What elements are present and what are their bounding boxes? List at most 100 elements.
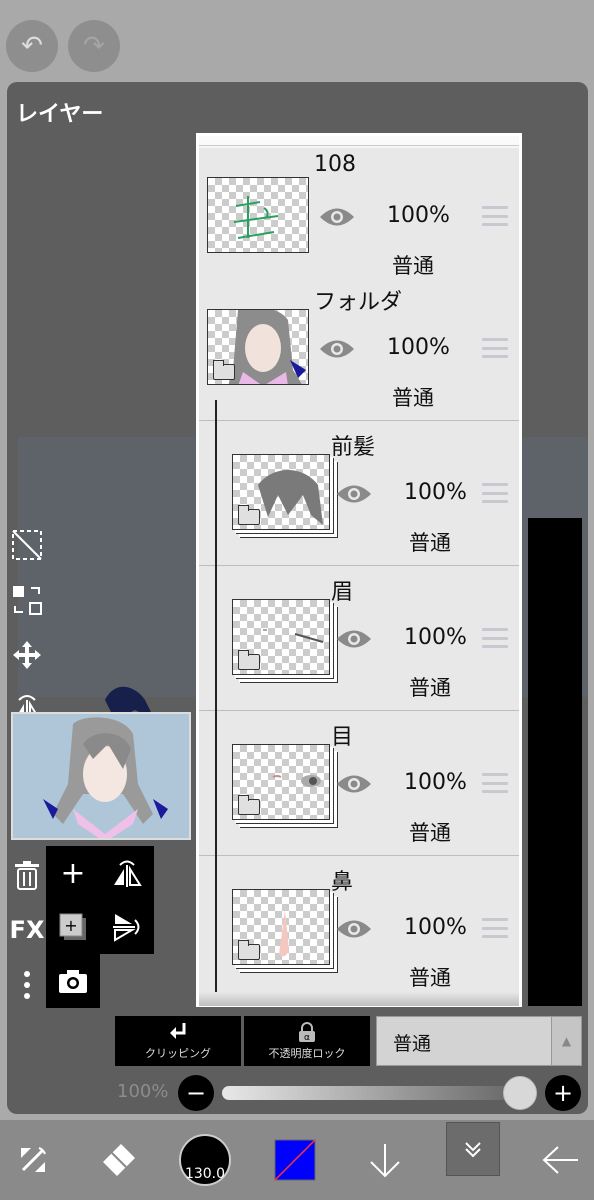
arrow-down-icon bbox=[370, 1144, 400, 1178]
add-layer-button[interactable]: + bbox=[46, 846, 100, 900]
duplicate-icon: + bbox=[59, 913, 86, 940]
swap-layer-button[interactable] bbox=[0, 573, 54, 627]
drag-handle-icon[interactable] bbox=[482, 773, 508, 793]
layer-thumbnail[interactable] bbox=[207, 309, 309, 385]
plus-icon: + bbox=[552, 1079, 574, 1107]
minus-icon: − bbox=[185, 1079, 207, 1107]
opacity-minus-button[interactable]: − bbox=[178, 1075, 214, 1111]
drag-handle-icon[interactable] bbox=[482, 628, 508, 648]
flip-horizontal-icon bbox=[114, 860, 142, 887]
duplicate-layer-button[interactable]: + bbox=[46, 900, 100, 954]
select-icon bbox=[12, 530, 42, 560]
arrow-left-icon bbox=[542, 1146, 578, 1174]
move-button[interactable] bbox=[0, 628, 54, 682]
opacity-plus-button[interactable]: + bbox=[545, 1075, 581, 1111]
side-toolbar bbox=[528, 518, 582, 1006]
folder-icon bbox=[213, 360, 235, 380]
lock-icon: α bbox=[299, 1022, 315, 1043]
layer-thumbnail[interactable] bbox=[232, 744, 330, 820]
layer-name: 目 bbox=[331, 725, 354, 750]
undo-icon: ↶ bbox=[21, 31, 43, 61]
color-swatch bbox=[274, 1139, 316, 1181]
layer-blend-mode: 普通 bbox=[409, 821, 451, 845]
flip-canvas-horizontal-button[interactable] bbox=[100, 846, 154, 900]
camera-icon bbox=[59, 970, 87, 993]
redo-icon: ↷ bbox=[83, 31, 105, 61]
brush-size-button[interactable]: 130.0 bbox=[172, 1120, 238, 1200]
drag-handle-icon[interactable] bbox=[482, 918, 508, 938]
camera-button[interactable] bbox=[46, 954, 100, 1008]
blend-mode-select[interactable]: 普通 ▲ bbox=[376, 1016, 582, 1066]
opacity-label: 100% bbox=[117, 1081, 169, 1102]
layer-blend-mode: 普通 bbox=[392, 386, 434, 410]
folder-icon bbox=[238, 650, 260, 670]
opacity-slider[interactable] bbox=[222, 1086, 520, 1100]
layer-opacity: 100% bbox=[387, 335, 450, 360]
clipping-button[interactable]: クリッピング bbox=[115, 1016, 241, 1066]
blend-mode-value: 普通 bbox=[393, 1033, 432, 1055]
eraser-icon bbox=[103, 1144, 135, 1176]
back-button[interactable] bbox=[526, 1120, 594, 1200]
drag-handle-icon[interactable] bbox=[482, 206, 508, 226]
svg-text:α: α bbox=[304, 1033, 310, 1043]
color-picker-button[interactable] bbox=[262, 1120, 328, 1200]
visibility-eye-icon[interactable] bbox=[319, 338, 355, 360]
trash-icon bbox=[15, 861, 39, 890]
layer-row[interactable]: 前髪 100% 普通 bbox=[199, 421, 519, 566]
transform-tool-button[interactable] bbox=[0, 1120, 66, 1200]
layer-opacity: 100% bbox=[404, 480, 467, 505]
drag-handle-icon[interactable] bbox=[482, 483, 508, 503]
layer-thumbnail[interactable] bbox=[207, 177, 309, 253]
visibility-eye-icon[interactable] bbox=[336, 483, 372, 505]
list-bottom-edge bbox=[199, 992, 519, 1006]
canvas-preview[interactable] bbox=[11, 712, 191, 840]
redo-button[interactable]: ↷ bbox=[68, 20, 120, 72]
layer-row[interactable]: 鼻 100% 普通 bbox=[199, 856, 519, 1001]
folder-icon bbox=[238, 505, 260, 525]
layer-name: 前髪 bbox=[331, 435, 376, 460]
layer-panel-toggle-button[interactable] bbox=[446, 1122, 500, 1176]
layer-opacity: 100% bbox=[404, 915, 467, 940]
flip-vertical-icon bbox=[113, 914, 140, 942]
brush-size-value: 130.0 bbox=[184, 1166, 226, 1182]
plus-icon: + bbox=[60, 855, 86, 891]
folder-tree-line bbox=[215, 400, 217, 1006]
layer-blend-mode: 普通 bbox=[409, 966, 451, 990]
drag-handle-icon[interactable] bbox=[482, 338, 508, 358]
swap-icon bbox=[13, 586, 42, 615]
layer-name: 眉 bbox=[331, 580, 354, 605]
alpha-lock-button[interactable]: α 不透明度ロック bbox=[244, 1016, 370, 1066]
undo-button[interactable]: ↶ bbox=[6, 20, 58, 72]
transform-icon bbox=[21, 1147, 46, 1172]
layer-blend-mode: 普通 bbox=[409, 531, 451, 555]
layer-name: 鼻 bbox=[331, 870, 354, 895]
layer-row[interactable]: フォルダ 100% 普通 bbox=[199, 276, 519, 421]
folder-icon bbox=[238, 940, 260, 960]
visibility-eye-icon[interactable] bbox=[336, 918, 372, 940]
layer-row[interactable]: 目 100% 普通 bbox=[199, 711, 519, 856]
more-icon bbox=[24, 971, 30, 999]
move-icon bbox=[13, 641, 41, 669]
layer-row[interactable]: 108 100% 普通 bbox=[199, 148, 519, 289]
visibility-eye-icon[interactable] bbox=[319, 206, 355, 228]
layer-opacity: 100% bbox=[404, 625, 467, 650]
alpha-lock-label: 不透明度ロック bbox=[268, 1047, 346, 1060]
layer-thumbnail[interactable] bbox=[232, 889, 330, 965]
layer-down-button[interactable] bbox=[352, 1120, 418, 1200]
panel-title: レイヤー bbox=[16, 102, 104, 127]
opacity-slider-knob[interactable] bbox=[503, 1076, 537, 1110]
visibility-eye-icon[interactable] bbox=[336, 773, 372, 795]
preview-illustration bbox=[43, 717, 168, 838]
layer-name: フォルダ bbox=[314, 290, 403, 315]
dropdown-arrow-icon: ▲ bbox=[551, 1017, 581, 1065]
visibility-eye-icon[interactable] bbox=[336, 628, 372, 650]
eraser-tool-button[interactable] bbox=[86, 1120, 152, 1200]
folder-icon bbox=[238, 795, 260, 815]
select-layer-button[interactable] bbox=[0, 518, 54, 572]
layer-thumbnail[interactable] bbox=[232, 599, 330, 675]
layer-thumbnail[interactable] bbox=[232, 454, 330, 530]
svg-text:+: + bbox=[64, 916, 77, 935]
layer-row[interactable]: 眉 100% 普通 bbox=[199, 566, 519, 711]
double-chevron-down-icon bbox=[465, 1142, 481, 1158]
flip-canvas-vertical-button[interactable] bbox=[100, 900, 154, 954]
